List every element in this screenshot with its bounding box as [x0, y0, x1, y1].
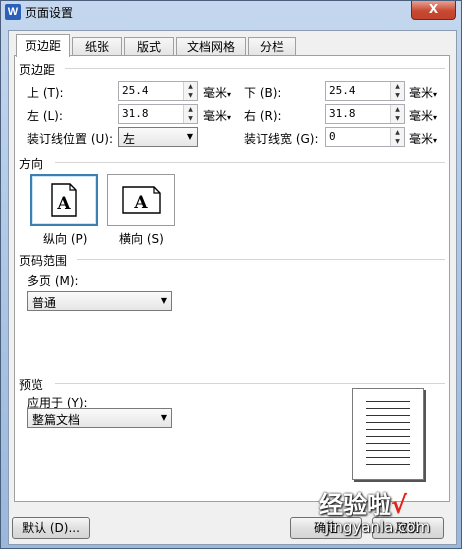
section-divider	[55, 383, 445, 384]
spin-down-icon[interactable]: ▼	[184, 114, 197, 123]
right-margin-spinner[interactable]: 31.8 ▲ ▼	[325, 104, 405, 124]
window-title: 页面设置	[25, 6, 74, 20]
spin-down-icon[interactable]: ▼	[391, 91, 404, 100]
left-margin-unit[interactable]: 毫米▾	[203, 107, 231, 124]
gutter-width-unit[interactable]: 毫米▾	[409, 130, 437, 147]
dropdown-caret-icon: ▾	[433, 113, 438, 122]
dropdown-caret-icon: ▾	[433, 90, 438, 99]
landscape-option[interactable]: A	[107, 174, 175, 226]
preview-line	[366, 408, 410, 409]
spin-arrows: ▲ ▼	[390, 128, 404, 146]
unit-label: 毫米	[409, 109, 434, 123]
watermark-text: 经验啦	[319, 491, 391, 519]
page-range-section-title: 页码范围	[19, 254, 68, 268]
orientation-glyph: A	[133, 193, 148, 213]
close-button[interactable]: X	[411, 1, 456, 20]
bottom-margin-unit[interactable]: 毫米▾	[409, 84, 437, 101]
orientation-section-title: 方向	[19, 157, 44, 171]
spin-arrows: ▲ ▼	[390, 82, 404, 100]
spin-up-icon[interactable]: ▲	[391, 82, 404, 91]
tab-paper[interactable]: 纸张	[72, 37, 122, 56]
tab-document-grid[interactable]: 文档网格	[176, 37, 246, 56]
multiple-pages-select[interactable]: 普通 ▼	[27, 291, 172, 311]
left-margin-value[interactable]: 31.8	[122, 107, 149, 120]
section-divider	[77, 259, 445, 260]
top-margin-unit[interactable]: 毫米▾	[203, 84, 231, 101]
watermark: 经验啦√	[319, 485, 407, 520]
spin-up-icon[interactable]: ▲	[391, 105, 404, 114]
dropdown-caret-icon: ▾	[227, 90, 232, 99]
right-margin-value[interactable]: 31.8	[329, 107, 356, 120]
dropdown-arrow-icon: ▼	[186, 132, 193, 141]
dropdown-arrow-icon: ▼	[160, 296, 167, 305]
wps-writer-icon: W	[5, 4, 21, 20]
top-margin-value[interactable]: 25.4	[122, 84, 149, 97]
gutter-position-select[interactable]: 左 ▼	[118, 127, 198, 147]
gutter-width-value[interactable]: 0	[329, 130, 336, 143]
spin-down-icon[interactable]: ▼	[391, 137, 404, 146]
tab-columns[interactable]: 分栏	[248, 37, 296, 56]
section-divider	[55, 162, 445, 163]
page-preview-thumbnail	[352, 388, 424, 480]
dropdown-caret-icon: ▾	[433, 136, 438, 145]
dropdown-arrow-icon: ▼	[160, 413, 167, 422]
margins-section-title: 页边距	[19, 63, 56, 77]
landscape-label[interactable]: 横向 (S)	[119, 230, 164, 247]
right-margin-label: 右 (R):	[244, 109, 282, 123]
gutter-width-spinner[interactable]: 0 ▲ ▼	[325, 127, 405, 147]
preview-line	[366, 415, 410, 416]
preview-line	[366, 429, 410, 430]
gutter-width-label: 装订线宽 (G):	[244, 132, 319, 146]
preview-line	[366, 457, 410, 458]
watermark-check: √	[391, 491, 408, 519]
spin-arrows: ▲ ▼	[390, 105, 404, 123]
preview-line	[366, 464, 410, 465]
portrait-option[interactable]: A	[30, 174, 98, 226]
bottom-margin-value[interactable]: 25.4	[329, 84, 356, 97]
portrait-label[interactable]: 纵向 (P)	[43, 230, 87, 247]
title-bar[interactable]: W 页面设置 X	[1, 1, 461, 23]
unit-label: 毫米	[203, 86, 228, 100]
landscape-page-icon: A	[122, 186, 161, 214]
right-margin-unit[interactable]: 毫米▾	[409, 107, 437, 124]
gutter-position-value: 左	[123, 132, 136, 146]
spin-down-icon[interactable]: ▼	[391, 114, 404, 123]
default-button[interactable]: 默认 (D)...	[12, 517, 90, 539]
unit-label: 毫米	[203, 109, 228, 123]
left-margin-spinner[interactable]: 31.8 ▲ ▼	[118, 104, 198, 124]
watermark-url: jingyanla.com	[325, 518, 431, 536]
multiple-pages-label: 多页 (M):	[27, 274, 79, 288]
preview-line	[366, 436, 410, 437]
bottom-margin-label: 下 (B):	[244, 86, 282, 100]
tab-layout[interactable]: 版式	[124, 37, 174, 56]
spin-down-icon[interactable]: ▼	[184, 91, 197, 100]
dropdown-caret-icon: ▾	[227, 113, 232, 122]
left-margin-label: 左 (L):	[27, 109, 63, 123]
preview-line	[366, 443, 410, 444]
portrait-page-icon: A	[51, 183, 77, 217]
unit-label: 毫米	[409, 86, 434, 100]
spin-up-icon[interactable]: ▲	[184, 82, 197, 91]
top-margin-spinner[interactable]: 25.4 ▲ ▼	[118, 81, 198, 101]
bottom-margin-spinner[interactable]: 25.4 ▲ ▼	[325, 81, 405, 101]
spin-arrows: ▲ ▼	[183, 82, 197, 100]
preview-line	[366, 422, 410, 423]
apply-to-select[interactable]: 整篇文档 ▼	[27, 408, 172, 428]
preview-section-title: 预览	[19, 378, 44, 392]
spin-up-icon[interactable]: ▲	[184, 105, 197, 114]
apply-to-value: 整篇文档	[32, 413, 81, 427]
preview-line	[366, 450, 410, 451]
top-margin-label: 上 (T):	[27, 86, 64, 100]
section-divider	[65, 68, 445, 69]
spin-up-icon[interactable]: ▲	[391, 128, 404, 137]
spin-arrows: ▲ ▼	[183, 105, 197, 123]
preview-line	[366, 401, 410, 402]
unit-label: 毫米	[409, 132, 434, 146]
gutter-position-label: 装订线位置 (U):	[27, 132, 114, 146]
multiple-pages-value: 普通	[32, 296, 57, 310]
tab-margins[interactable]: 页边距	[16, 34, 70, 57]
page-setup-dialog: W 页面设置 X 页边距 纸张 版式 文档网格 分栏 页边距 上 (T): 25…	[0, 0, 462, 549]
orientation-glyph: A	[56, 194, 71, 214]
